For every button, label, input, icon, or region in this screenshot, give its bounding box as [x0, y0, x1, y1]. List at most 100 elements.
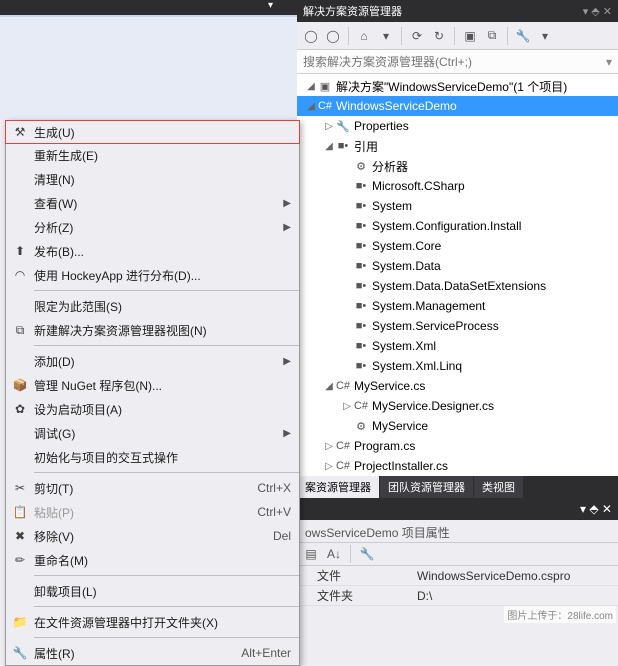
menu-item-label: 重命名(M) [34, 552, 291, 569]
menu-item-label: 调试(G) [34, 425, 277, 442]
menu-shortcut: Alt+Enter [241, 646, 291, 660]
collapse-icon[interactable]: ▣ [460, 26, 480, 46]
property-value[interactable]: WindowsServiceDemo.cspro [417, 569, 618, 583]
dll-icon: ■• [353, 258, 369, 274]
cs-icon: C# [335, 378, 351, 394]
expand-icon[interactable]: ▷ [341, 401, 353, 412]
solution-explorer-search[interactable]: ▾ [297, 50, 618, 74]
panel-tab[interactable]: 类视图 [474, 476, 523, 498]
tree-node[interactable]: ■•System.Xml [297, 336, 618, 356]
tree-node[interactable]: ■•System.Data.DataSetExtensions [297, 276, 618, 296]
panel-window-buttons[interactable]: ▾ ⬘ ✕ [583, 5, 612, 18]
properties-header: owsServiceDemo 项目属性 [297, 520, 618, 542]
tree-node[interactable]: ◢■•引用 [297, 136, 618, 156]
dll-icon: ■• [353, 358, 369, 374]
search-dropdown-icon[interactable]: ▾ [606, 55, 612, 69]
panel-window-buttons[interactable]: ▾ ⬘ ✕ [580, 502, 612, 516]
panel-tab[interactable]: 案资源管理器 [297, 476, 379, 498]
menu-item[interactable]: 卸载项目(L) [6, 579, 299, 603]
dll-icon: ■• [353, 298, 369, 314]
menu-item[interactable]: ⬆发布(B)... [6, 239, 299, 263]
tree-node[interactable]: ■•System [297, 196, 618, 216]
tree-node[interactable]: ▷C#Program.cs [297, 436, 618, 456]
tree-node[interactable]: ◢C#WindowsServiceDemo [297, 96, 618, 116]
menu-item[interactable]: 调试(G)▶ [6, 421, 299, 445]
menu-item[interactable]: 📋粘贴(P)Ctrl+V [6, 500, 299, 524]
menu-item[interactable]: 分析(Z)▶ [6, 215, 299, 239]
tree-node[interactable]: ▷🔧Properties [297, 116, 618, 136]
tree-node[interactable]: ▷C#MyService.Designer.cs [297, 396, 618, 416]
menu-item[interactable]: ✿设为启动项目(A) [6, 397, 299, 421]
menu-item[interactable]: 📦管理 NuGet 程序包(N)... [6, 373, 299, 397]
solution-tree[interactable]: ◢▣解决方案"WindowsServiceDemo"(1 个项目)◢C#Wind… [297, 74, 618, 476]
menu-item[interactable]: 限定为此范围(S) [6, 294, 299, 318]
menu-item-label: 添加(D) [34, 353, 277, 370]
tree-node[interactable]: ▷C#ProjectInstaller.cs [297, 456, 618, 476]
menu-item[interactable]: 📁在文件资源管理器中打开文件夹(X) [6, 610, 299, 634]
expand-icon[interactable]: ◢ [305, 81, 317, 92]
expand-icon[interactable]: ▷ [323, 121, 335, 132]
props-icon: 🔧 [6, 646, 34, 660]
showall-icon[interactable]: ⧉ [482, 26, 502, 46]
analyzer-icon: ⚙ [353, 158, 369, 174]
search-input[interactable] [303, 55, 606, 69]
expand-icon[interactable]: ◢ [323, 141, 335, 152]
hockey-icon: ◠ [6, 268, 34, 282]
expand-icon[interactable]: ◢ [323, 381, 335, 392]
menu-item[interactable]: ✖移除(V)Del [6, 524, 299, 548]
sync-icon[interactable]: ⟳ [407, 26, 427, 46]
categorized-icon[interactable]: ▤ [301, 544, 321, 564]
dll-icon: ■• [353, 218, 369, 234]
newview-icon: ⧉ [6, 323, 34, 338]
expand-icon[interactable]: ▷ [323, 461, 335, 472]
home-icon[interactable]: ⌂ [354, 26, 374, 46]
watermark: 图片上传于：28life.com [504, 606, 616, 623]
panel-tab[interactable]: 团队资源管理器 [380, 476, 473, 498]
dll-icon: ■• [353, 238, 369, 254]
property-value[interactable]: D:\ [417, 589, 618, 603]
tree-node[interactable]: ■•System.Management [297, 296, 618, 316]
toolbar-dropdown-icon[interactable]: ▾ [535, 26, 555, 46]
tree-node[interactable]: ■•System.Data [297, 256, 618, 276]
tree-node[interactable]: ◢C#MyService.cs [297, 376, 618, 396]
nav-back-icon[interactable]: ◯ [301, 26, 321, 46]
wrench-icon[interactable]: 🔧 [357, 544, 377, 564]
menu-item[interactable]: ⚒生成(U) [5, 120, 300, 144]
tree-node[interactable]: ■•System.Core [297, 236, 618, 256]
toolbar-dropdown-icon[interactable]: ▾ [376, 26, 396, 46]
alphabetical-icon[interactable]: A↓ [324, 544, 344, 564]
tree-node-label: MyService [372, 419, 428, 433]
menu-item[interactable]: 添加(D)▶ [6, 349, 299, 373]
properties-icon[interactable]: 🔧 [513, 26, 533, 46]
tree-node-label: System.Configuration.Install [372, 219, 521, 233]
tree-node[interactable]: ■•System.Xml.Linq [297, 356, 618, 376]
tree-node[interactable]: ⚙MyService [297, 416, 618, 436]
tree-node[interactable]: ■•System.Configuration.Install [297, 216, 618, 236]
property-row[interactable]: 文件WindowsServiceDemo.cspro [297, 566, 618, 586]
refresh-icon[interactable]: ↻ [429, 26, 449, 46]
menu-item[interactable]: 清理(N) [6, 167, 299, 191]
menu-item[interactable]: ◠使用 HockeyApp 进行分布(D)... [6, 263, 299, 287]
property-row[interactable]: 文件夹D:\ [297, 586, 618, 606]
menu-item[interactable]: ⧉新建解决方案资源管理器视图(N) [6, 318, 299, 342]
context-menu: ⚒生成(U)重新生成(E)清理(N)查看(W)▶分析(Z)▶⬆发布(B)...◠… [5, 120, 300, 666]
nav-fwd-icon[interactable]: ◯ [323, 26, 343, 46]
folder-icon: 📁 [6, 615, 34, 629]
property-name: 文件 [297, 567, 417, 584]
menu-item[interactable]: 重新生成(E) [6, 143, 299, 167]
expand-icon[interactable]: ◢ [305, 101, 317, 112]
menu-item[interactable]: ✂剪切(T)Ctrl+X [6, 476, 299, 500]
menu-item[interactable]: 初始化与项目的交互式操作 [6, 445, 299, 469]
tree-node[interactable]: ⚙分析器 [297, 156, 618, 176]
menu-item[interactable]: 🔧属性(R)Alt+Enter [6, 641, 299, 665]
tree-node-label: System.ServiceProcess [372, 319, 499, 333]
tree-node-label: System.Management [372, 299, 485, 313]
menu-item[interactable]: ✏重命名(M) [6, 548, 299, 572]
editor-dropdown-icon[interactable]: ▾ [268, 0, 273, 11]
expand-icon[interactable]: ▷ [323, 441, 335, 452]
tree-node[interactable]: ■•System.ServiceProcess [297, 316, 618, 336]
menu-item-label: 卸载项目(L) [34, 583, 291, 600]
tree-node[interactable]: ◢▣解决方案"WindowsServiceDemo"(1 个项目) [297, 76, 618, 96]
menu-item[interactable]: 查看(W)▶ [6, 191, 299, 215]
tree-node[interactable]: ■•Microsoft.CSharp [297, 176, 618, 196]
